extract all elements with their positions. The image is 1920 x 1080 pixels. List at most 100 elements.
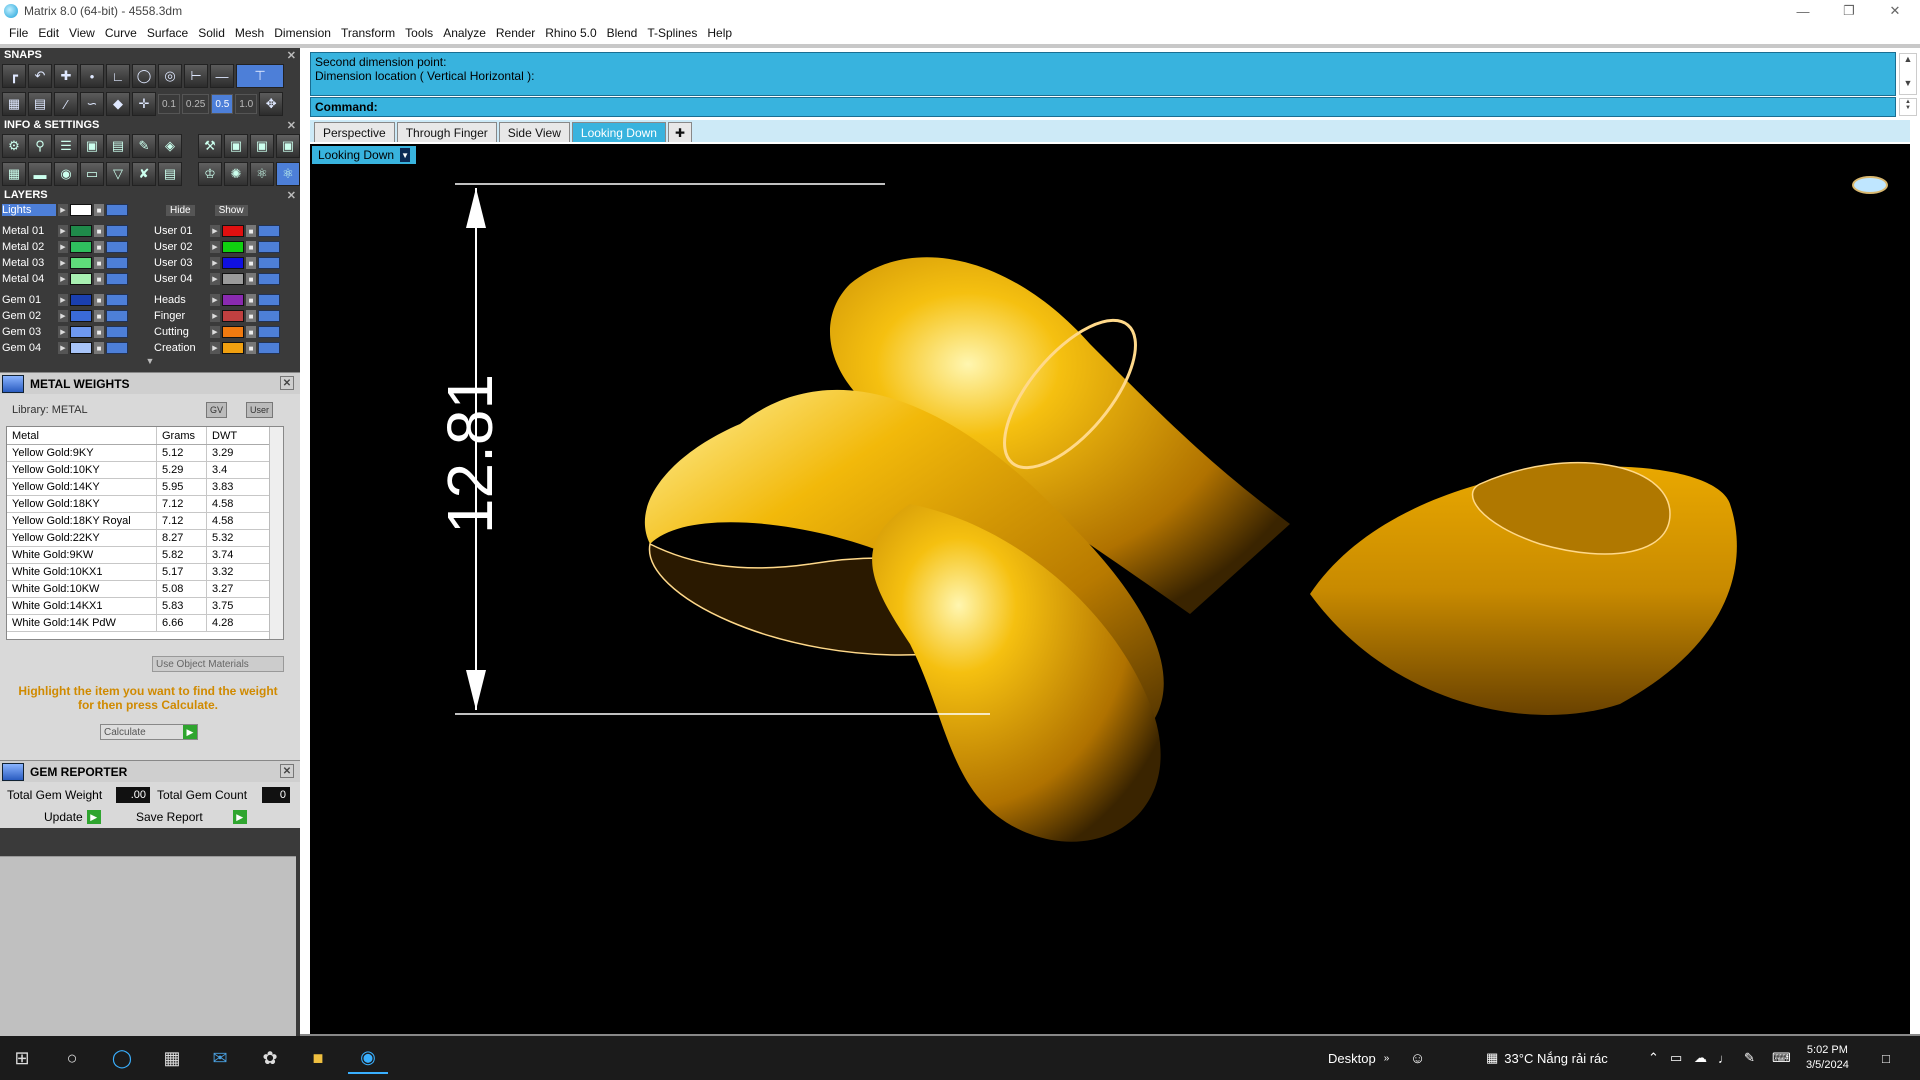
layer-row[interactable]: Gem 04 ▶ ■	[2, 340, 150, 356]
layer-arrow-icon[interactable]: ▶	[210, 326, 220, 338]
layer-arrow-icon[interactable]: ▶	[210, 225, 220, 237]
object-icon[interactable]: ◉	[54, 162, 78, 186]
menu-transform[interactable]: Transform	[336, 26, 400, 40]
gem-icon[interactable]: ◈	[158, 134, 182, 158]
network-icon[interactable]: ▭	[1670, 1036, 1682, 1080]
viewport[interactable]: 12.81	[310, 144, 1910, 1034]
lock-icon[interactable]: ■	[246, 257, 256, 269]
layer-row[interactable]: Heads ▶ ■	[154, 292, 298, 308]
menu-file[interactable]: File	[4, 26, 33, 40]
layer-visible-toggle[interactable]	[258, 294, 280, 306]
table-row[interactable]: White Gold:9KW 5.82 3.74	[7, 547, 283, 564]
menu-tools[interactable]: Tools	[400, 26, 438, 40]
table-row[interactable]: White Gold:14K PdW 6.66 4.28	[7, 615, 283, 632]
menu-edit[interactable]: Edit	[33, 26, 64, 40]
close-icon[interactable]: ✕	[287, 119, 296, 132]
layout-icon[interactable]: ▦	[2, 162, 26, 186]
table-row[interactable]: Yellow Gold:18KY 7.12 4.58	[7, 496, 283, 513]
layer-color[interactable]	[222, 310, 244, 322]
close-icon[interactable]: ✕	[287, 189, 296, 202]
smarttrack-icon[interactable]: ∽	[80, 92, 104, 116]
planar-icon[interactable]: ∕	[54, 92, 78, 116]
layer-arrow-icon[interactable]: ▶	[210, 257, 220, 269]
menu-mesh[interactable]: Mesh	[230, 26, 269, 40]
layer-row[interactable]: User 01 ▶ ■	[154, 223, 298, 239]
layer-row[interactable]: Finger ▶ ■	[154, 308, 298, 324]
windows-start-icon[interactable]: ⊞	[2, 1042, 42, 1074]
layer-arrow-icon[interactable]: ▶	[210, 273, 220, 285]
column-grams[interactable]: Grams	[157, 427, 207, 444]
tab-side-view[interactable]: Side View	[498, 122, 570, 142]
cplane-icon[interactable]: ✛	[132, 92, 156, 116]
viewport-label[interactable]: Looking Down ▼	[312, 146, 417, 164]
tab-through-finger[interactable]: Through Finger	[396, 122, 497, 142]
page-icon[interactable]: ▭	[80, 162, 104, 186]
layer-arrow-icon[interactable]: ▶	[58, 342, 68, 354]
snap-toggle-icon[interactable]: ⊤	[236, 64, 284, 88]
minimize-button[interactable]: —	[1780, 0, 1826, 22]
table-row[interactable]: Yellow Gold:10KY 5.29 3.4	[7, 462, 283, 479]
snap-value-0-25[interactable]: 0.25	[181, 94, 210, 114]
people-icon[interactable]: ☺	[1410, 1036, 1425, 1080]
lock-icon[interactable]: ■	[246, 310, 256, 322]
layer-stack-icon[interactable]: ☰	[54, 134, 78, 158]
app-icon[interactable]: ✿	[250, 1042, 290, 1074]
add-tab-icon[interactable]: ✚	[667, 122, 692, 142]
lock-icon[interactable]: ■	[94, 342, 104, 354]
layer-name[interactable]: Lights	[2, 204, 56, 216]
snap-mid-icon[interactable]: •	[80, 64, 104, 88]
layer-visible-toggle[interactable]	[258, 326, 280, 338]
layer-color[interactable]	[222, 225, 244, 237]
layer-row[interactable]: Metal 04 ▶ ■	[2, 271, 150, 287]
layer-color[interactable]	[70, 225, 92, 237]
layer-row[interactable]: Cutting ▶ ■	[154, 324, 298, 340]
menu-help[interactable]: Help	[702, 26, 737, 40]
table-row[interactable]: White Gold:10KX1 5.17 3.32	[7, 564, 283, 581]
close-button[interactable]: ✕	[1872, 0, 1918, 22]
layer-name[interactable]: Metal 02	[2, 241, 56, 253]
layer-visible-toggle[interactable]	[106, 204, 128, 216]
lock-icon[interactable]: ■	[246, 326, 256, 338]
menu-tsplines[interactable]: T-Splines	[642, 26, 702, 40]
chevron-up-icon[interactable]: ▲	[1904, 54, 1913, 64]
edge-icon[interactable]: ◯	[102, 1042, 142, 1074]
update-button[interactable]: Update ▶	[44, 810, 101, 824]
layer-name[interactable]: User 04	[154, 273, 208, 285]
layer-visible-toggle[interactable]	[106, 257, 128, 269]
snap-near-icon[interactable]: ↶	[28, 64, 52, 88]
edit-icon[interactable]: ✎	[132, 134, 156, 158]
layer-name[interactable]: Gem 02	[2, 310, 56, 322]
table-row[interactable]: Yellow Gold:18KY Royal 7.12 4.58	[7, 513, 283, 530]
tools-icon[interactable]: ⚒	[198, 134, 222, 158]
layer-name[interactable]: Gem 03	[2, 326, 56, 338]
layer-visible-toggle[interactable]	[258, 257, 280, 269]
menu-surface[interactable]: Surface	[142, 26, 193, 40]
layer-color[interactable]	[222, 241, 244, 253]
lock-icon[interactable]: ■	[94, 225, 104, 237]
chevron-down-icon[interactable]: ▼	[1905, 105, 1911, 111]
lock-icon[interactable]: ■	[94, 273, 104, 285]
keyboard-icon[interactable]: ⌨	[1772, 1036, 1791, 1080]
matrix-app-icon[interactable]: ◉	[348, 1042, 388, 1074]
layer-arrow-icon[interactable]: ▶	[58, 294, 68, 306]
layer-color[interactable]	[70, 241, 92, 253]
save-icon[interactable]: ▤	[106, 134, 130, 158]
project-icon[interactable]: ◆	[106, 92, 130, 116]
layer-color[interactable]	[70, 257, 92, 269]
layer-arrow-icon[interactable]: ▶	[210, 342, 220, 354]
window-icon[interactable]: ▬	[28, 162, 52, 186]
layer-color[interactable]	[70, 310, 92, 322]
restore-button[interactable]: ❐	[1826, 0, 1872, 22]
search-icon[interactable]: ○	[52, 1042, 92, 1074]
layer-row[interactable]: User 02 ▶ ■	[154, 239, 298, 255]
snap-knot-icon[interactable]: —	[210, 64, 234, 88]
show-hidden-icons-icon[interactable]: ⌃	[1648, 1036, 1659, 1080]
lock-icon[interactable]: ■	[246, 294, 256, 306]
snap-point-icon[interactable]: ✚	[54, 64, 78, 88]
layer-name[interactable]: Finger	[154, 310, 208, 322]
table-row[interactable]: Yellow Gold:22KY 8.27 5.32	[7, 530, 283, 547]
layer-row[interactable]: Metal 01 ▶ ■	[2, 223, 150, 239]
close-icon[interactable]: ✕	[287, 49, 296, 62]
lock-icon[interactable]: ■	[94, 310, 104, 322]
snap-value-1-0[interactable]: 1.0	[235, 94, 258, 114]
